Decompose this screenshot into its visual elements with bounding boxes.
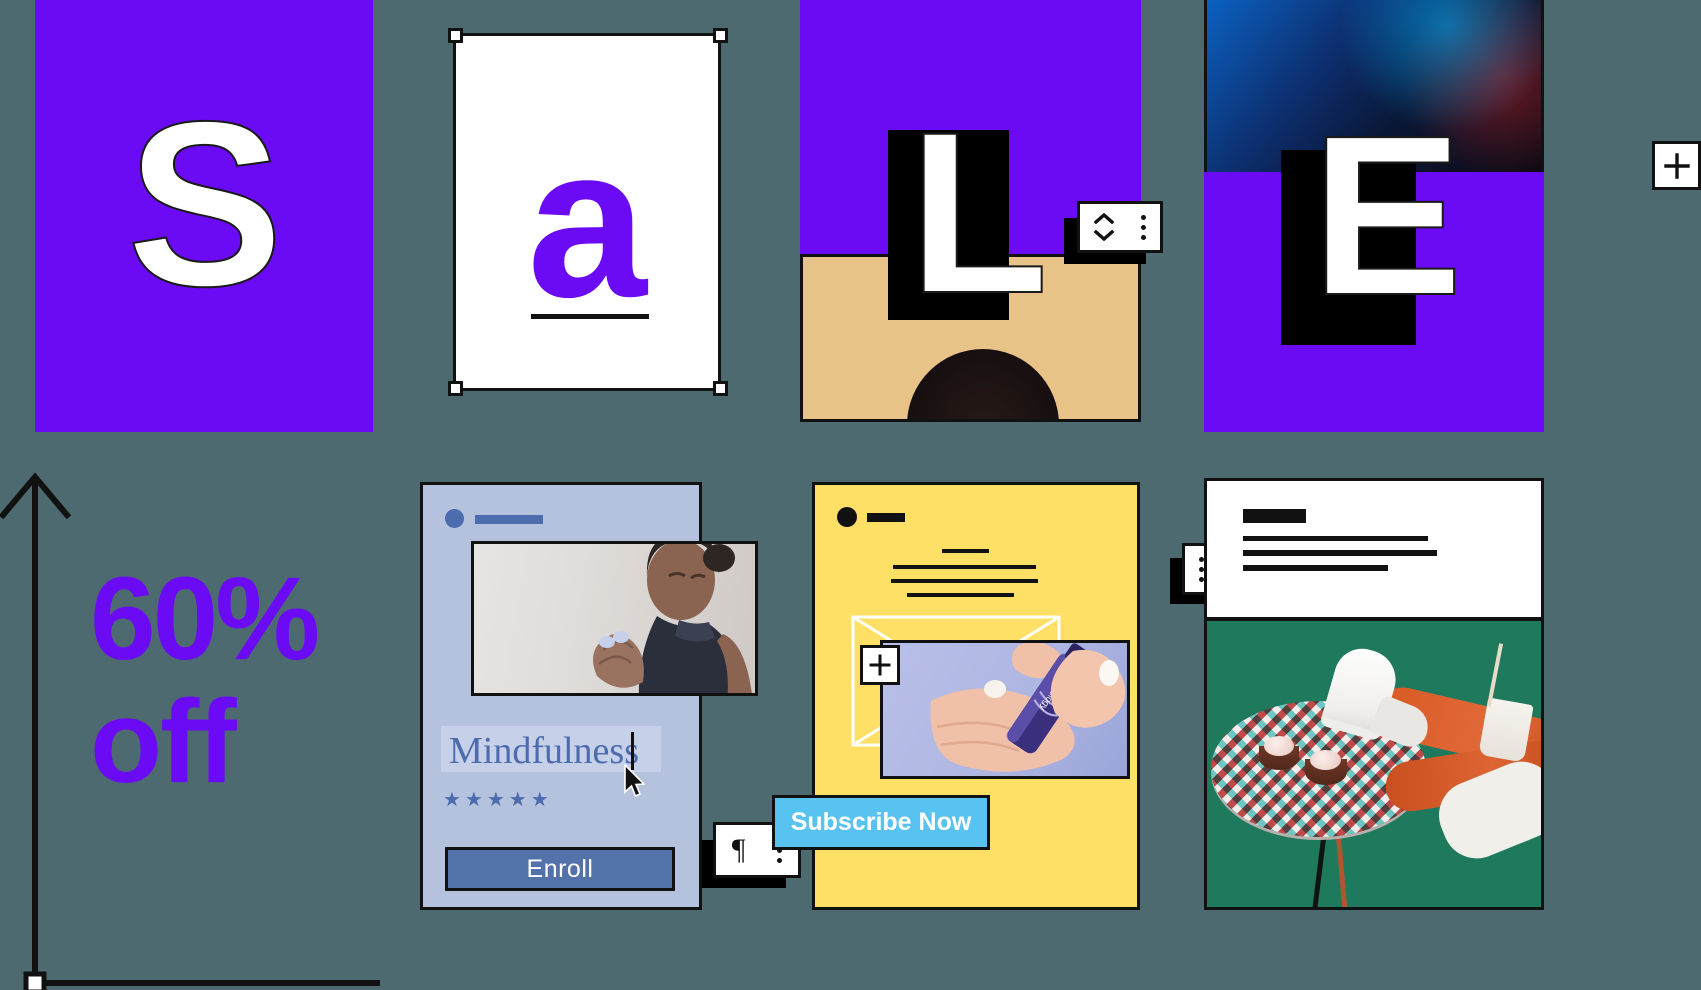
letter-a-panel[interactable]: a <box>453 33 721 391</box>
dot <box>1198 556 1204 562</box>
resize-handle-top-left[interactable] <box>448 28 463 43</box>
table-leg <box>1335 830 1348 907</box>
rating-stars: ★★★★★ <box>443 789 553 811</box>
chevron-up-icon[interactable] <box>1093 213 1114 224</box>
resize-handle-bottom-right[interactable] <box>713 381 728 396</box>
table-leg <box>1312 830 1327 907</box>
cafe-photo <box>1204 618 1544 910</box>
cafe-panel[interactable] <box>1204 478 1544 910</box>
avatar-circle-icon <box>445 509 464 528</box>
dumpling <box>1310 750 1341 770</box>
letter-e-panel[interactable]: E <box>1204 0 1544 432</box>
text-placeholder-line <box>893 565 1036 569</box>
hands-with-serum-bottle-illustration: Curology <box>930 643 1126 772</box>
text-placeholder-line <box>1243 550 1437 556</box>
chevron-down-icon[interactable] <box>1093 230 1114 241</box>
subscribe-now-button[interactable]: Subscribe Now <box>772 795 990 850</box>
dot <box>1198 576 1204 582</box>
plus-icon[interactable] <box>1663 152 1691 180</box>
design-canvas: S a L E 60% off Mindfulness ★★★★★ Enroll… <box>0 0 1701 990</box>
letter-s-glyph: S <box>126 72 285 335</box>
vertical-dots-icon[interactable] <box>1198 556 1204 582</box>
text-placeholder-line <box>1243 536 1428 541</box>
add-element-chip-top-right[interactable] <box>1652 141 1701 190</box>
add-image-chip[interactable] <box>860 645 900 685</box>
chopstick <box>1486 643 1504 707</box>
course-title-input[interactable]: Mindfulness <box>449 729 639 773</box>
letter-e-glyph: E <box>1310 89 1464 343</box>
vertical-dots-icon[interactable] <box>1141 214 1147 240</box>
dot <box>1198 566 1204 572</box>
heading-placeholder-bar <box>1243 509 1306 523</box>
paragraph-icon[interactable]: ¶ <box>732 835 746 865</box>
letter-a-glyph: a <box>527 101 647 342</box>
letter-s-panel[interactable]: S <box>35 0 373 432</box>
dumpling <box>1264 736 1294 756</box>
cafe-text-block <box>1204 478 1544 620</box>
text-placeholder-line <box>891 579 1038 583</box>
person-head-silhouette <box>907 349 1059 419</box>
username-placeholder-bar <box>867 513 905 522</box>
dot <box>777 857 783 863</box>
mindfulness-card[interactable]: Mindfulness ★★★★★ Enroll <box>420 482 758 910</box>
dot <box>1141 224 1147 230</box>
promo-off-label: off <box>90 676 237 809</box>
text-placeholder-line <box>942 549 989 553</box>
promo-percent: 60% <box>90 553 320 685</box>
resize-handle-top-right[interactable] <box>713 28 728 43</box>
text-placeholder-line <box>1243 565 1388 571</box>
text-placeholder-line <box>907 593 1014 597</box>
letter-l-toolbar[interactable] <box>1077 201 1163 253</box>
letter-a-selection-group[interactable]: a <box>448 28 728 396</box>
avatar-circle-icon <box>837 507 857 527</box>
mouse-pointer-icon <box>623 764 645 798</box>
plus-icon[interactable] <box>869 654 891 676</box>
curology-photo[interactable]: Curology <box>880 640 1130 779</box>
promo-text-group: 60% off <box>90 553 380 809</box>
letter-a-underline <box>531 314 649 319</box>
mindfulness-photo[interactable] <box>471 541 758 696</box>
dot <box>1141 234 1147 240</box>
username-placeholder-bar <box>475 515 543 524</box>
dot <box>1141 214 1147 220</box>
resize-handle-bottom-left[interactable] <box>448 381 463 396</box>
woman-meditating-illustration <box>593 544 752 693</box>
enroll-button[interactable]: Enroll <box>445 847 675 891</box>
stepper-control[interactable] <box>1093 213 1114 241</box>
